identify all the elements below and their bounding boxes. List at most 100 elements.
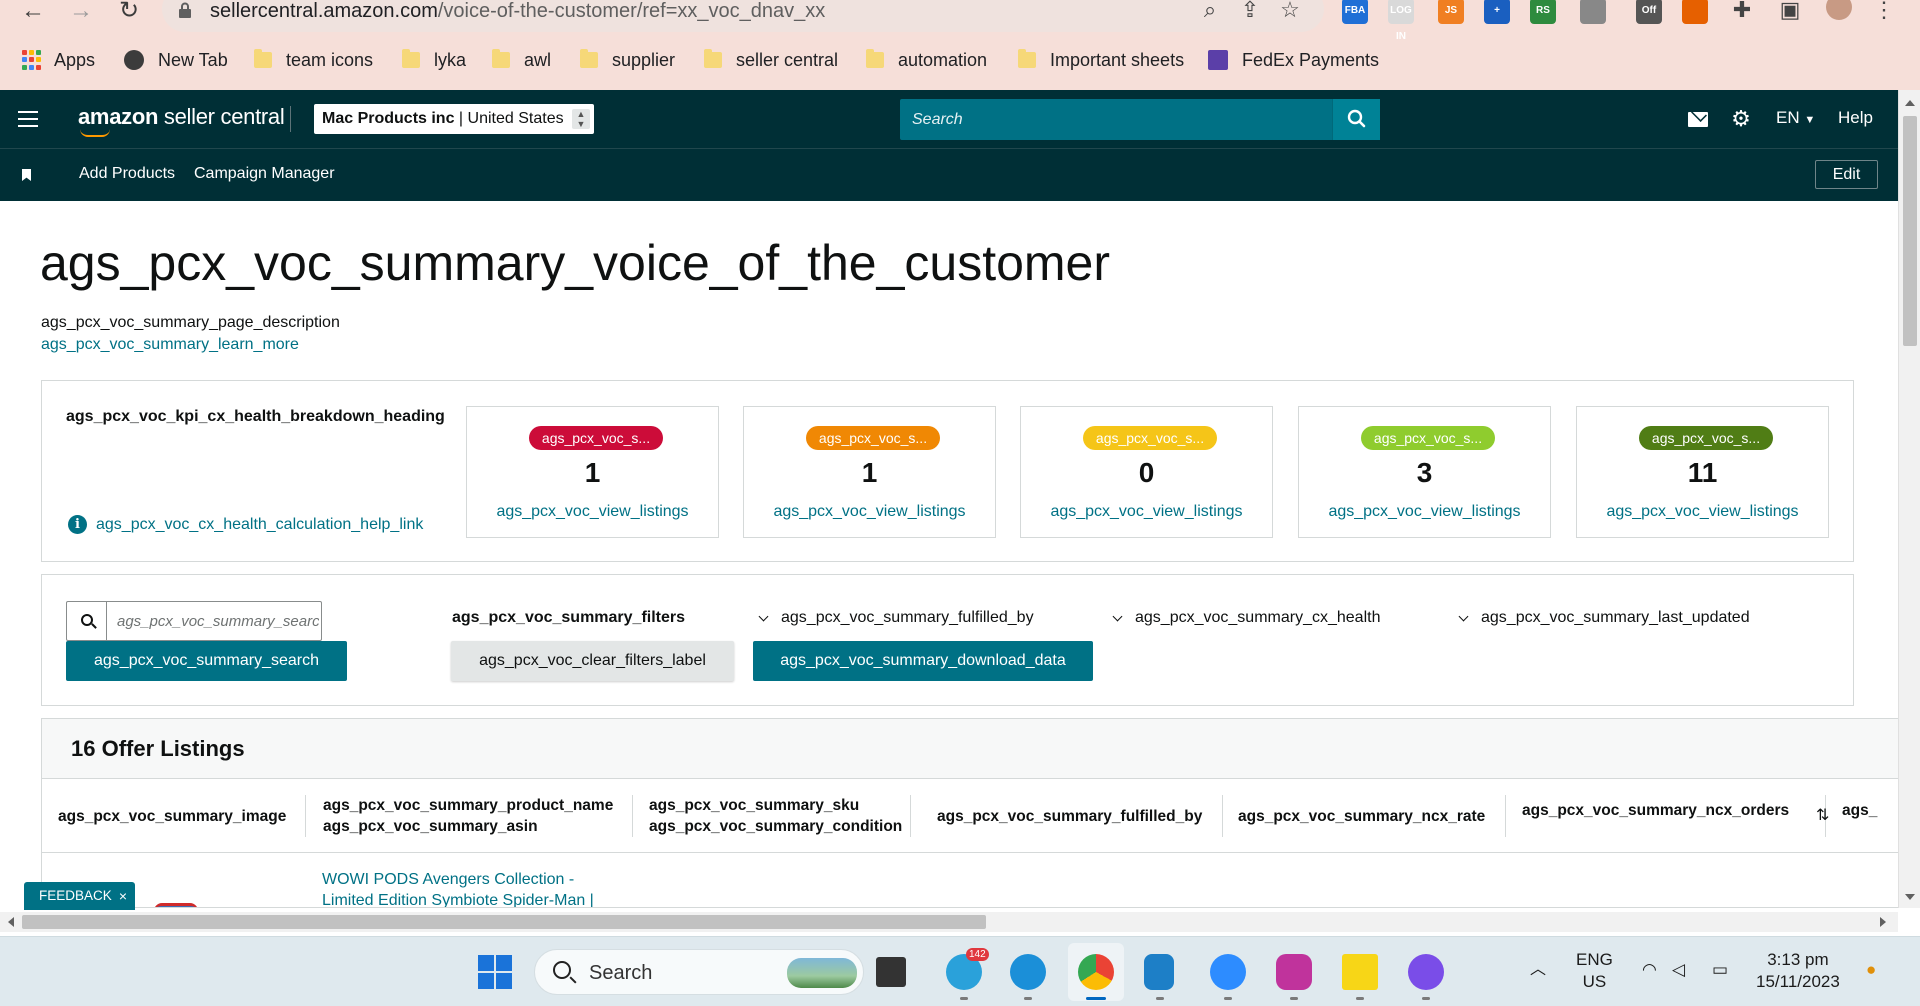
scroll-down-arrow-icon[interactable] [1905, 894, 1915, 900]
volume-icon[interactable]: ◁ [1672, 959, 1685, 981]
help-link[interactable]: Help [1838, 108, 1873, 128]
share-icon[interactable]: ⇪ [1236, 0, 1264, 24]
bookmark-flag-icon[interactable] [22, 169, 31, 181]
battery-icon[interactable]: ▭ [1712, 959, 1728, 981]
off-extension-icon[interactable]: Off [1636, 0, 1662, 24]
horizontal-scrollbar[interactable] [0, 912, 1898, 932]
bookmark-automation[interactable]: automation [866, 48, 987, 72]
browser-menu-icon[interactable]: ⋮ [1870, 0, 1898, 24]
bookmark-awl[interactable]: awl [492, 48, 551, 72]
bookmark-lyka[interactable]: lyka [402, 48, 466, 72]
edit-button[interactable]: Edit [1815, 160, 1878, 189]
horizontal-scroll-thumb[interactable] [22, 915, 986, 929]
extensions-puzzle-icon[interactable]: ✚ [1728, 0, 1756, 24]
forward-icon[interactable]: → [66, 0, 96, 23]
sort-icon[interactable]: ⇅ [1816, 805, 1829, 825]
edge-icon[interactable] [1010, 954, 1046, 990]
column-header-image[interactable]: ags_pcx_voc_summary_image [58, 806, 286, 827]
cx-health-help-link[interactable]: i ags_pcx_voc_cx_health_calculation_help… [68, 515, 423, 534]
filter-cx-health[interactable]: ags_pcx_voc_summary_cx_health [1112, 609, 1381, 627]
view-listings-link[interactable]: ags_pcx_voc_view_listings [1021, 503, 1272, 521]
page-description: ags_pcx_voc_summary_page_description [41, 314, 340, 331]
bookmark-team-icons[interactable]: team icons [254, 48, 373, 72]
folder-icon [704, 49, 722, 68]
filter-last-updated[interactable]: ags_pcx_voc_summary_last_updated [1458, 609, 1750, 627]
messenger-icon[interactable] [1408, 954, 1444, 990]
back-icon[interactable]: ← [18, 0, 48, 23]
fba-extension-icon[interactable]: FBA [1342, 0, 1368, 24]
js-extension-icon[interactable]: JS [1438, 0, 1464, 24]
column-header-fulfilled-by[interactable]: ags_pcx_voc_summary_fulfilled_by [937, 806, 1202, 827]
column-header-ncx-orders[interactable]: ags_pcx_voc_summary_ncx_orders [1522, 800, 1789, 821]
scroll-right-arrow-icon[interactable] [1880, 917, 1886, 927]
headset-extension-icon[interactable] [1580, 0, 1606, 24]
side-panel-icon[interactable]: ▣ [1776, 0, 1804, 24]
clock[interactable]: 3:13 pm 15/11/2023 [1756, 949, 1840, 993]
product-name-link[interactable]: WOWI PODS Avengers Collection - Limited … [322, 869, 594, 907]
mail-icon[interactable] [1688, 112, 1708, 127]
telegram-icon[interactable]: 142 [946, 948, 989, 990]
chrome-icon[interactable] [1078, 954, 1114, 990]
wps-office-icon[interactable] [1276, 954, 1312, 990]
feedback-tab[interactable]: FEEDBACK × [24, 882, 135, 910]
plus-extension-icon[interactable]: + [1484, 0, 1510, 24]
notification-bell-icon[interactable]: ● [1866, 959, 1876, 981]
folder-icon [254, 49, 272, 68]
language-indicator[interactable]: ENG US [1576, 949, 1613, 993]
login-extension-icon[interactable]: LOG IN [1388, 0, 1414, 42]
bookmark-supplier[interactable]: supplier [580, 48, 675, 72]
close-icon[interactable]: × [119, 882, 127, 910]
bookmark-seller-central[interactable]: seller central [704, 48, 838, 72]
calculator-icon[interactable] [1144, 954, 1174, 990]
account-switcher[interactable]: Mac Products inc | United States ▲ ▼ [314, 104, 594, 134]
scroll-left-arrow-icon[interactable] [8, 917, 14, 927]
settings-gear-icon[interactable]: ⚙ [1730, 108, 1752, 130]
view-listings-link[interactable]: ags_pcx_voc_view_listings [1577, 503, 1828, 521]
bookmark-new-tab[interactable]: New Tab [124, 48, 228, 72]
wifi-icon[interactable]: ◠ [1642, 959, 1657, 981]
search-button[interactable]: ags_pcx_voc_summary_search [66, 641, 347, 681]
firefox-extension-icon[interactable] [1682, 0, 1708, 24]
product-thumbnail[interactable] [154, 903, 198, 907]
filter-fulfilled-by[interactable]: ags_pcx_voc_summary_fulfilled_by [758, 609, 1034, 627]
column-separator [910, 795, 911, 837]
view-listings-link[interactable]: ags_pcx_voc_view_listings [1299, 503, 1550, 521]
language-label: EN [1776, 108, 1800, 127]
download-data-button[interactable]: ags_pcx_voc_summary_download_data [753, 641, 1093, 681]
bookmark-fedex-payments[interactable]: FedEx Payments [1208, 48, 1379, 72]
rs-extension-icon[interactable]: RS [1530, 0, 1556, 24]
zoom-app-icon[interactable] [1210, 954, 1246, 990]
subnav-add-products[interactable]: Add Products [79, 165, 175, 183]
vertical-scrollbar[interactable] [1898, 90, 1920, 908]
address-bar[interactable]: sellercentral.amazon.com/voice-of-the-cu… [162, 0, 1324, 32]
zoom-icon[interactable]: ⌕ [1196, 0, 1224, 24]
task-view-icon[interactable] [876, 957, 906, 987]
learn-more-link[interactable]: ags_pcx_voc_summary_learn_more [41, 336, 299, 354]
scroll-up-arrow-icon[interactable] [1905, 100, 1915, 106]
listing-search-input[interactable] [109, 602, 319, 640]
column-header-product-name[interactable]: ags_pcx_voc_summary_product_name ags_pcx_… [323, 795, 613, 837]
view-listings-link[interactable]: ags_pcx_voc_view_listings [744, 503, 995, 521]
bookmark-apps[interactable]: Apps [22, 48, 95, 72]
header-search[interactable]: Search [900, 99, 1380, 140]
column-header-ncx-rate[interactable]: ags_pcx_voc_summary_ncx_rate [1238, 806, 1485, 827]
hamburger-menu-icon[interactable] [18, 111, 38, 127]
subnav-campaign-manager[interactable]: Campaign Manager [194, 165, 335, 183]
column-header-sku[interactable]: ags_pcx_voc_summary_sku ags_pcx_voc_summa… [649, 795, 902, 837]
clear-filters-button[interactable]: ags_pcx_voc_clear_filters_label [451, 641, 734, 681]
vertical-scroll-thumb[interactable] [1903, 116, 1917, 346]
seller-central-logo[interactable]: amazon seller central [78, 104, 285, 137]
taskbar-search[interactable]: Search [534, 949, 864, 995]
reload-icon[interactable]: ↻ [114, 0, 144, 23]
language-selector[interactable]: EN ▼ [1776, 108, 1815, 128]
filter-label: ags_pcx_voc_summary_cx_health [1135, 609, 1381, 626]
bookmark-star-icon[interactable]: ☆ [1276, 0, 1304, 24]
windows-start-icon[interactable] [478, 955, 512, 989]
view-listings-link[interactable]: ags_pcx_voc_view_listings [467, 503, 718, 521]
column-header-truncated[interactable]: ags_ [1842, 800, 1877, 821]
hidden-icons-chevron-icon[interactable]: ︿ [1530, 959, 1546, 981]
profile-avatar[interactable] [1826, 0, 1852, 20]
sticky-notes-icon[interactable] [1342, 954, 1378, 990]
header-search-button[interactable] [1332, 99, 1380, 140]
bookmark-important-sheets[interactable]: Important sheets [1018, 48, 1184, 72]
